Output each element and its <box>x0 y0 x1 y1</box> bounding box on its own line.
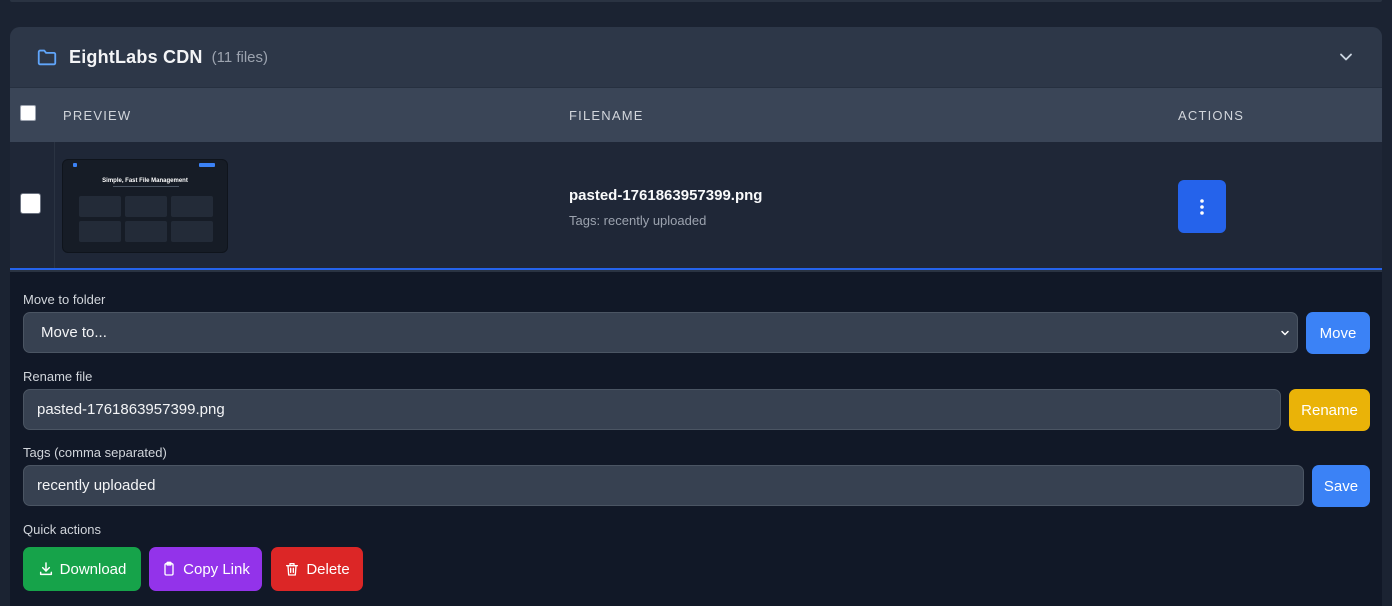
table-header: PREVIEW FILENAME ACTIONS <box>10 88 1382 142</box>
copy-link-label: Copy Link <box>183 560 250 578</box>
thumbnail-card <box>125 221 167 242</box>
delete-label: Delete <box>306 560 350 578</box>
thumbnail-title: Simple, Fast File Management <box>102 178 188 184</box>
move-button[interactable]: Move <box>1306 312 1370 354</box>
copy-link-button[interactable]: Copy Link <box>149 547 262 591</box>
trash-icon <box>286 563 299 576</box>
row-checkbox[interactable] <box>20 193 41 214</box>
save-tags-button[interactable]: Save <box>1312 465 1370 507</box>
delete-button[interactable]: Delete <box>271 547 363 591</box>
column-header-preview: PREVIEW <box>63 107 132 123</box>
folder-header[interactable]: EightLabs CDN (11 files) <box>10 27 1382 88</box>
tags-label: Tags (comma separated) <box>23 445 167 460</box>
folder-panel: EightLabs CDN (11 files) PREVIEW FILENAM… <box>10 27 1382 606</box>
rename-input[interactable]: pasted-1761863957399.png <box>23 389 1281 430</box>
table-row: Simple, Fast File Management pasted-1761… <box>10 142 1382 270</box>
thumbnail-card <box>79 221 121 242</box>
thumbnail-card <box>79 196 121 217</box>
file-preview-thumbnail[interactable]: Simple, Fast File Management <box>62 159 228 253</box>
thumbnail-card <box>171 221 213 242</box>
tags-input-value: recently uploaded <box>37 477 156 494</box>
column-divider <box>54 142 55 268</box>
file-actions-panel: Move to folder Move to... Move Rename fi… <box>10 272 1382 606</box>
chevron-down-icon[interactable] <box>1336 47 1356 67</box>
column-header-filename: FILENAME <box>569 107 644 123</box>
column-header-actions: ACTIONS <box>1178 107 1245 123</box>
file-tags: Tags: recently uploaded <box>569 213 707 228</box>
thumbnail-subtitle <box>113 186 179 187</box>
move-label: Move to folder <box>23 292 106 307</box>
more-actions-button[interactable] <box>1178 180 1226 233</box>
clipboard-icon <box>164 561 174 576</box>
kebab-icon <box>1200 198 1204 215</box>
rename-button[interactable]: Rename <box>1289 389 1370 431</box>
download-button[interactable]: Download <box>23 547 141 591</box>
rename-input-value: pasted-1761863957399.png <box>37 401 225 418</box>
download-label: Download <box>59 560 127 578</box>
previous-panel-edge <box>10 0 1382 2</box>
rename-label: Rename file <box>23 369 93 384</box>
folder-icon <box>36 46 58 68</box>
tags-input[interactable]: recently uploaded <box>23 465 1304 506</box>
chevron-down-icon <box>1279 326 1291 338</box>
move-folder-select[interactable]: Move to... <box>23 312 1298 353</box>
folder-file-count: (11 files) <box>211 48 269 66</box>
thumbnail-logo <box>73 163 77 167</box>
thumbnail-button <box>199 163 215 167</box>
thumbnail-card <box>171 196 213 217</box>
folder-name: EightLabs CDN <box>69 46 203 67</box>
select-all-checkbox[interactable] <box>20 105 36 121</box>
move-select-value: Move to... <box>41 324 107 341</box>
file-name: pasted-1761863957399.png <box>569 187 763 204</box>
thumbnail-card <box>125 196 167 217</box>
download-icon <box>39 562 52 576</box>
quick-actions-label: Quick actions <box>23 522 102 537</box>
